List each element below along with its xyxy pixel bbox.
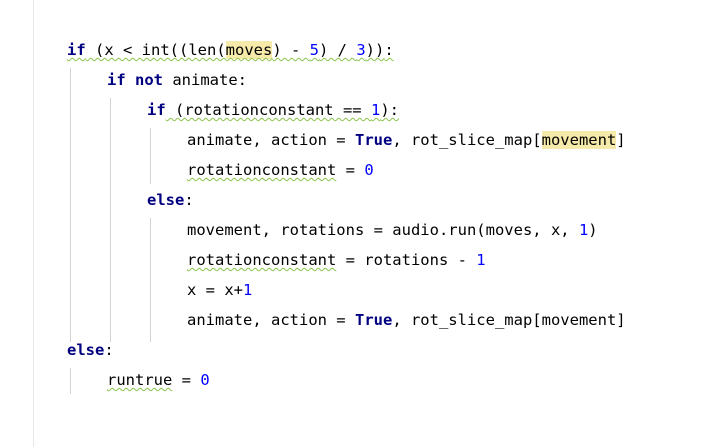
code-token: )) bbox=[365, 41, 385, 59]
code-line-7: movement, rotations = audio.run(moves, x… bbox=[187, 220, 598, 240]
code-token: rotationconstant bbox=[187, 251, 337, 269]
code-token: else bbox=[67, 341, 105, 359]
code-line-2: if not animate: bbox=[107, 70, 247, 90]
code-line-3: if (rotationconstant == 1): bbox=[147, 100, 399, 120]
code-token: else bbox=[147, 191, 185, 209]
indent-guide bbox=[150, 218, 151, 342]
indent-guide bbox=[70, 368, 71, 394]
code-line-4: animate, action = True, rot_slice_map[mo… bbox=[187, 130, 626, 150]
code-line-11: else: bbox=[67, 340, 114, 360]
code-token: animate: bbox=[163, 71, 248, 89]
code-token: movement, rotations = audio.run(moves, x… bbox=[187, 221, 579, 239]
code-line-8: rotationconstant = rotations - 1 bbox=[187, 250, 486, 270]
code-token: True bbox=[354, 131, 393, 149]
editor-gutter-border bbox=[33, 0, 34, 447]
code-token: x = x+ bbox=[187, 281, 243, 299]
code-token: 1 bbox=[370, 101, 381, 119]
code-token: movement bbox=[541, 131, 617, 149]
code-token: (rotationconstant == bbox=[165, 101, 371, 119]
code-token: if bbox=[67, 41, 86, 59]
code-token: 3 bbox=[356, 41, 366, 59]
code-token: ) - bbox=[272, 41, 310, 59]
code-token: 1 bbox=[578, 221, 589, 239]
code-token: , rot_slice_map[movement] bbox=[392, 311, 626, 329]
code-token: : bbox=[104, 341, 114, 359]
code-token: 0 bbox=[364, 161, 374, 179]
code-line-1: if (x < int((len(moves) - 5) / 3)): bbox=[67, 40, 394, 60]
code-token: (x < int((len( bbox=[85, 41, 226, 59]
code-token: True bbox=[354, 311, 393, 329]
code-token: moves bbox=[225, 41, 273, 59]
code-token: if bbox=[107, 71, 126, 89]
code-token: not bbox=[135, 71, 164, 89]
code-token: ) bbox=[588, 221, 598, 239]
code-token: 1 bbox=[476, 251, 486, 269]
code-token: = bbox=[336, 161, 365, 179]
indent-guide bbox=[110, 98, 111, 342]
code-line-12: runtrue = 0 bbox=[107, 370, 210, 390]
code-line-10: animate, action = True, rot_slice_map[mo… bbox=[187, 310, 626, 330]
code-token: = rotations - bbox=[336, 251, 477, 269]
indent-guide bbox=[70, 68, 71, 342]
code-token: rotationconstant bbox=[187, 161, 337, 179]
indent-guide bbox=[150, 128, 151, 184]
code-token: : bbox=[384, 41, 394, 59]
code-line-5: rotationconstant = 0 bbox=[187, 160, 374, 180]
code-token: : bbox=[184, 191, 194, 209]
code-token: = bbox=[172, 371, 201, 389]
code-token: animate, action = bbox=[187, 311, 355, 329]
code-token: animate, action = bbox=[187, 131, 355, 149]
code-token: 1 bbox=[243, 281, 253, 299]
code-token: , rot_slice_map[ bbox=[392, 131, 542, 149]
code-line-9: x = x+1 bbox=[187, 280, 252, 300]
code-token: ] bbox=[616, 131, 626, 149]
code-token: ) / bbox=[319, 41, 357, 59]
code-token: 5 bbox=[309, 41, 319, 59]
code-token: 0 bbox=[200, 371, 210, 389]
code-token: ): bbox=[380, 101, 399, 119]
code-token: runtrue bbox=[107, 371, 173, 389]
code-line-6: else: bbox=[147, 190, 194, 210]
code-token: if bbox=[147, 101, 166, 119]
